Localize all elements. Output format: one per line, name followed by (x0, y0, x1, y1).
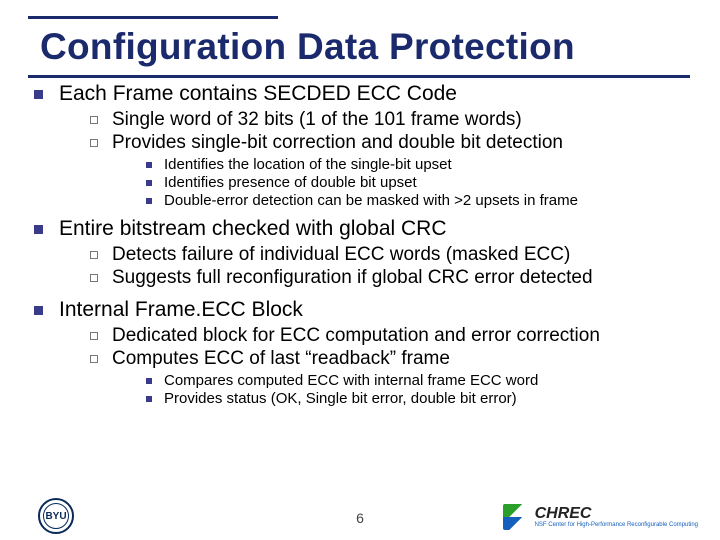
lvl2-text: Single word of 32 bits (1 of the 101 fra… (112, 109, 522, 131)
title-rule-bottom (28, 75, 690, 78)
chrec-icon (503, 504, 529, 530)
chrec-text-group: CHREC NSF Center for High-Performance Re… (535, 506, 698, 528)
bullet-lvl2: Suggests full reconfiguration if global … (90, 267, 696, 289)
lvl2-group: Dedicated block for ECC computation and … (90, 325, 696, 370)
lvl2-group: Detects failure of individual ECC words … (90, 244, 696, 289)
lvl3-group: Identifies the location of the single-bi… (146, 156, 696, 209)
bullet-lvl3: Compares computed ECC with internal fram… (146, 372, 696, 389)
bullet-lvl3: Provides status (OK, Single bit error, d… (146, 390, 696, 407)
bullet-lvl3: Double-error detection can be masked wit… (146, 192, 696, 209)
lvl3-text: Compares computed ECC with internal fram… (164, 372, 538, 389)
chrec-name: CHREC (535, 506, 698, 522)
bullet-lvl2: Dedicated block for ECC computation and … (90, 325, 696, 347)
bullet-lvl2: Single word of 32 bits (1 of the 101 fra… (90, 109, 696, 131)
bullet-lvl2: Computes ECC of last “readback” frame (90, 348, 696, 370)
hollow-square-icon (90, 355, 98, 363)
lvl3-text: Identifies the location of the single-bi… (164, 156, 452, 173)
lvl2-text: Dedicated block for ECC computation and … (112, 325, 600, 347)
lvl3-text: Provides status (OK, Single bit error, d… (164, 390, 517, 407)
bullet-lvl1: Each Frame contains SECDED ECC Code (34, 82, 696, 106)
lvl1-text: Each Frame contains SECDED ECC Code (59, 82, 457, 106)
lvl2-text: Suggests full reconfiguration if global … (112, 267, 593, 289)
bullet-lvl2: Provides single-bit correction and doubl… (90, 132, 696, 154)
title-rule-top (28, 16, 278, 19)
lvl3-text: Identifies presence of double bit upset (164, 174, 417, 191)
small-square-icon (146, 198, 152, 204)
lvl3-text: Double-error detection can be masked wit… (164, 192, 578, 209)
bullet-lvl2: Detects failure of individual ECC words … (90, 244, 696, 266)
hollow-square-icon (90, 332, 98, 340)
byu-logo-text: BYU (45, 511, 66, 522)
small-square-icon (146, 180, 152, 186)
lvl2-group: Single word of 32 bits (1 of the 101 fra… (90, 109, 696, 154)
square-bullet-icon (34, 90, 43, 99)
small-square-icon (146, 162, 152, 168)
small-square-icon (146, 396, 152, 402)
small-square-icon (146, 378, 152, 384)
bullet-lvl3: Identifies the location of the single-bi… (146, 156, 696, 173)
lvl1-text: Entire bitstream checked with global CRC (59, 217, 447, 241)
lvl3-group: Compares computed ECC with internal fram… (146, 372, 696, 407)
hollow-square-icon (90, 139, 98, 147)
lvl1-text: Internal Frame.ECC Block (59, 298, 303, 322)
lvl2-text: Detects failure of individual ECC words … (112, 244, 570, 266)
content-area: Each Frame contains SECDED ECC Code Sing… (34, 82, 696, 486)
bullet-lvl1: Internal Frame.ECC Block (34, 298, 696, 322)
bullet-lvl3: Identifies presence of double bit upset (146, 174, 696, 191)
square-bullet-icon (34, 306, 43, 315)
hollow-square-icon (90, 251, 98, 259)
lvl2-text: Provides single-bit correction and doubl… (112, 132, 563, 154)
lvl2-text: Computes ECC of last “readback” frame (112, 348, 450, 370)
square-bullet-icon (34, 225, 43, 234)
slide: Configuration Data Protection Each Frame… (0, 0, 720, 540)
bullet-lvl1: Entire bitstream checked with global CRC (34, 217, 696, 241)
chrec-subtitle: NSF Center for High-Performance Reconfig… (535, 522, 698, 528)
hollow-square-icon (90, 116, 98, 124)
hollow-square-icon (90, 274, 98, 282)
chrec-logo: CHREC NSF Center for High-Performance Re… (503, 504, 698, 530)
byu-logo: BYU (38, 498, 74, 534)
slide-title: Configuration Data Protection (28, 16, 700, 68)
title-area: Configuration Data Protection (28, 16, 700, 68)
